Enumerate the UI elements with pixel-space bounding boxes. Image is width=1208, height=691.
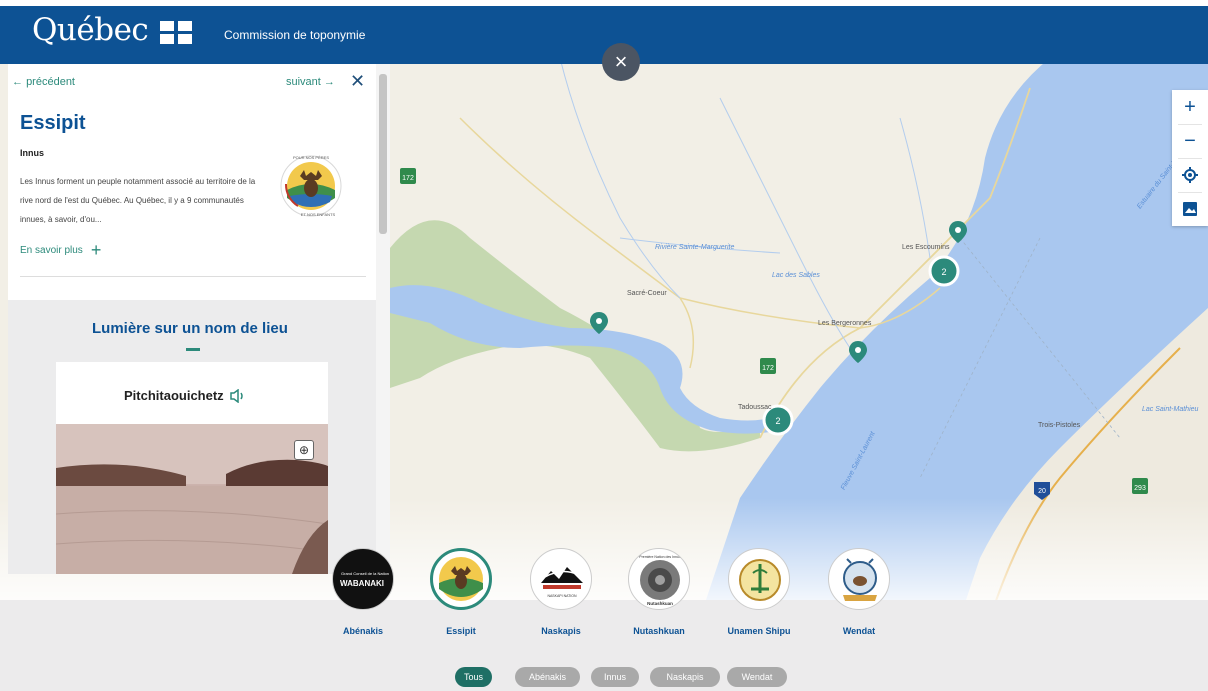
detail-close-button[interactable]: ✕ [350,72,368,90]
svg-text:2: 2 [775,416,780,426]
filter-wendat[interactable]: Wendat [727,667,787,687]
locate-button[interactable] [1172,158,1208,192]
spotlight-card: Pitchitaouichetz ⊕ [56,362,328,574]
speaker-icon[interactable] [229,388,246,403]
close-icon: × [614,49,628,74]
naskapi-emblem: NASKAPI NATION [541,567,583,598]
naskapi-logo: NASKAPI NATION [530,548,592,610]
place-photo: ⊕ [56,424,328,574]
svg-text:POUR NOS PÈRES: POUR NOS PÈRES [293,155,329,160]
close-icon: ✕ [350,71,366,91]
community-name: Unamen Shipu [727,626,791,636]
map-cluster[interactable]: 2 [928,255,960,287]
map-label-les-escoumins: Les Escoumins [902,244,950,251]
community-name: Abénakis [342,626,384,636]
wabanaki-logo: Grand Conseil de la Nation WABANAKI [332,548,394,610]
quebec-logo[interactable]: Québec [32,12,149,48]
detail-description: Les Innus forment un peuple notamment as… [20,177,256,224]
svg-text:Grand Conseil de la Nation: Grand Conseil de la Nation [341,571,389,576]
heading-underline [186,348,200,351]
detail-card: ← précédent suivant → ✕ Essipit Innus Le… [8,64,376,300]
basemap-button[interactable] [1172,192,1208,226]
previous-link[interactable]: ← précédent [12,76,75,88]
sidebar-scrollbar[interactable] [376,64,390,574]
fjord-photo [56,424,328,574]
svg-text:293: 293 [1134,485,1146,492]
unamen-shipu-emblem [739,559,781,601]
filter-naskapis[interactable]: Naskapis [650,667,720,687]
next-link[interactable]: suivant → [286,76,335,88]
map-label-lac-saint-mathieu: Lac Saint-Mathieu [1142,406,1199,413]
route-shield: 293 [1132,478,1148,494]
previous-label: précédent [26,76,75,88]
map-label-tadoussac: Tadoussac [738,404,772,411]
svg-text:ET NOS ENFANTS: ET NOS ENFANTS [301,212,336,217]
community-name: Essipit [446,626,476,636]
map-label-sacre-coeur: Sacré-Coeur [627,290,667,297]
map-label-lac-des-sables: Lac des Sables [772,272,820,279]
zoom-out-button[interactable]: − [1172,124,1208,158]
unamen-shipu-logo [728,548,790,610]
essipit-logo: POUR NOS PÈRES ET NOS ENFANTS [280,155,342,217]
arrow-left-icon: ← [12,76,23,88]
wabanaki-emblem: Grand Conseil de la Nation WABANAKI [340,571,389,588]
filter-abenakis[interactable]: Abénakis [515,667,580,687]
divider [20,276,366,277]
more-info-link[interactable]: En savoir plus + [20,240,102,260]
essipit-emblem [439,557,483,601]
sidebar: ← précédent suivant → ✕ Essipit Innus Le… [8,64,390,574]
nutashkuan-logo: Première Nation des Innus Nutashkuan [628,548,690,610]
more-info-label: En savoir plus [20,244,83,256]
filter-innus[interactable]: Innus [591,667,639,687]
svg-text:Nutashkuan: Nutashkuan [647,601,673,606]
spotlight-heading: Lumière sur un nom de lieu [92,320,288,337]
wendat-logo [828,548,890,610]
plus-icon: + [90,240,102,260]
detail-title: Essipit [20,112,86,134]
place-name: Pitchitaouichetz [124,388,224,403]
overlay-close-button[interactable]: × [602,43,640,81]
svg-text:WABANAKI: WABANAKI [340,579,384,588]
minus-icon: − [1184,129,1196,152]
filter-tous[interactable]: Tous [455,667,492,687]
image-icon [1183,202,1197,216]
zoom-in-button[interactable]: + [1172,90,1208,124]
spotlight-place: Pitchitaouichetz [124,388,246,403]
svg-text:20: 20 [1038,488,1046,495]
map-label-les-bergeronnes: Les Bergeronnes [818,320,872,327]
next-label: suivant [286,76,321,88]
svg-text:NASKAPI NATION: NASKAPI NATION [547,594,577,598]
magnify-plus-icon: ⊕ [298,443,310,457]
community-name: Nutashkuan [633,626,685,636]
fleur-de-lis-icon [160,21,193,45]
zoom-image-button[interactable]: ⊕ [294,440,314,460]
community-name: Naskapis [541,626,581,636]
header-title: Commission de toponymie [224,28,366,42]
nutashkuan-emblem: Première Nation des Innus Nutashkuan [639,555,681,606]
target-icon [1182,167,1198,183]
arrow-right-icon: → [323,76,335,88]
map-label-trois-pistoles: Trois-Pistoles [1038,422,1081,429]
route-shield: 172 [400,168,416,184]
map-label-riviere: Rivière Sainte-Marguerite [655,244,735,251]
map-controls: + − [1172,90,1208,226]
wendat-emblem [843,558,877,601]
svg-text:172: 172 [402,175,414,182]
plus-icon: + [1184,95,1196,118]
svg-text:2: 2 [941,267,946,277]
essipit-logo [430,548,492,610]
svg-text:Première Nation des Innus: Première Nation des Innus [639,555,681,559]
route-shield: 172 [760,358,776,374]
detail-subtitle: Innus [20,148,44,158]
svg-text:172: 172 [762,365,774,372]
community-name: Wendat [842,626,876,636]
scrollbar-thumb[interactable] [379,74,387,234]
